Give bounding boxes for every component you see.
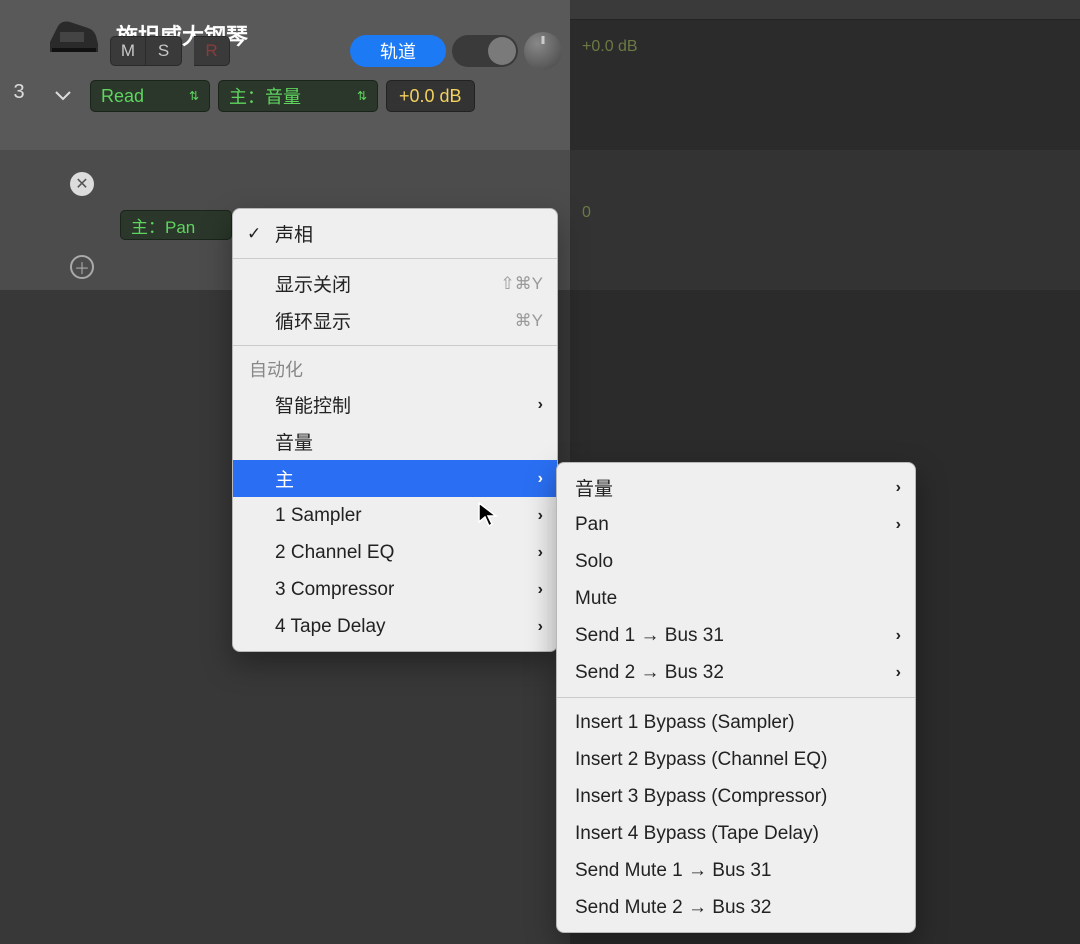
chevron-right-icon: › [538,581,543,599]
submenu-item-insert-2-bypass[interactable]: Insert 2 Bypass (Channel EQ) [557,741,915,778]
menu-item-plugin-2[interactable]: 2 Channel EQ › [233,534,557,571]
menu-item-plugin-1[interactable]: 1 Sampler › [233,497,557,534]
menu-item-volume[interactable]: 音量 [233,423,557,460]
menu-item-plugin-4[interactable]: 4 Tape Delay › [233,608,557,645]
close-icon[interactable]: ✕ [70,172,94,196]
track-header: 3 施坦威大钢琴 M S R 轨道 Read ⇅ [0,0,570,150]
menu-item-plugin-3[interactable]: 3 Compressor › [233,571,557,608]
submenu-item-volume[interactable]: 音量 › [557,469,915,506]
submenu-item-mute[interactable]: Mute [557,580,915,617]
submenu-item-send-mute-2[interactable]: Send Mute 2 → Bus 32 [557,889,915,926]
menu-separator [233,345,557,346]
chevron-right-icon: › [896,627,901,645]
submenu-item-insert-1-bypass[interactable]: Insert 1 Bypass (Sampler) [557,704,915,741]
check-icon: ✓ [247,224,261,244]
add-icon[interactable]: ＋ [70,255,94,279]
menu-item-smart-control[interactable]: 智能控制 › [233,386,557,423]
automation-param-label: 主：音量 [229,83,301,109]
chevron-right-icon: › [896,664,901,682]
timeline-zero-label: 0 [582,204,591,222]
submenu-item-pan[interactable]: Pan › [557,506,915,543]
menu-item-cycle-show[interactable]: 循环显示 ⌘Y [233,302,557,339]
updown-icon: ⇅ [189,89,199,103]
disclosure-icon[interactable] [44,91,82,101]
submenu-item-send-mute-1[interactable]: Send Mute 1 → Bus 31 [557,852,915,889]
subtrack-param-select[interactable]: 主：Pan [120,210,232,240]
ruler[interactable] [570,0,1080,20]
keyboard-shortcut: ⌘Y [515,311,543,331]
chevron-right-icon: › [538,396,543,414]
pan-knob[interactable] [524,32,562,70]
automation-param-select[interactable]: 主：音量 ⇅ [218,80,378,112]
automation-mode-label: Read [101,86,144,107]
menu-item-pan-checked[interactable]: ✓ 声相 [233,215,557,252]
submenu-item-send-1[interactable]: Send 1 → Bus 31 › [557,617,915,654]
timeline-sublane: 0 [570,150,1080,290]
automation-mode-select[interactable]: Read ⇅ [90,80,210,112]
menu-section-header: 自动化 [233,352,557,386]
submenu-item-insert-3-bypass[interactable]: Insert 3 Bypass (Compressor) [557,778,915,815]
track-body: 施坦威大钢琴 M S R 轨道 Read ⇅ 主：音量 ⇅ [38,0,570,150]
chevron-right-icon: › [538,470,543,488]
automation-submenu-main: 音量 › Pan › Solo Mute Send 1 → Bus 31 › S… [556,462,916,933]
submenu-item-send-2[interactable]: Send 2 → Bus 32 › [557,654,915,691]
menu-item-main[interactable]: 主 › [233,460,557,497]
menu-item-show-off[interactable]: 显示关闭 ⇧⌘Y [233,265,557,302]
mute-button[interactable]: M [110,36,146,66]
automation-toggle[interactable] [452,35,518,67]
timeline-db-label: +0.0 dB [582,38,638,56]
subtrack-param-label: 主：Pan [131,213,195,238]
db-value[interactable]: +0.0 dB [386,80,475,112]
chevron-right-icon: › [896,516,901,534]
menu-separator [557,697,915,698]
automation-context-menu: ✓ 声相 显示关闭 ⇧⌘Y 循环显示 ⌘Y 自动化 智能控制 › 音量 主 › … [232,208,558,652]
submenu-item-solo[interactable]: Solo [557,543,915,580]
track-number: 3 [0,0,38,150]
menu-separator [233,258,557,259]
submenu-item-insert-4-bypass[interactable]: Insert 4 Bypass (Tape Delay) [557,815,915,852]
chevron-right-icon: › [538,507,543,525]
record-button[interactable]: R [194,36,230,66]
chevron-right-icon: › [538,544,543,562]
automation-pill[interactable]: 轨道 [350,35,446,67]
updown-icon: ⇅ [357,89,367,103]
solo-button[interactable]: S [146,36,182,66]
piano-icon [44,10,104,60]
keyboard-shortcut: ⇧⌘Y [500,274,543,294]
chevron-right-icon: › [896,479,901,497]
chevron-right-icon: › [538,618,543,636]
